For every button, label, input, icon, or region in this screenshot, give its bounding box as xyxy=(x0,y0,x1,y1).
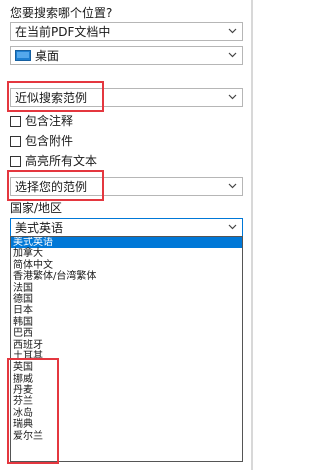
highlight-all-checkbox[interactable] xyxy=(10,155,21,167)
region-dropdown-list[interactable]: 美式英语 加拿大 简体中文 香港繁体/台湾繁体 法国 德国 日本 韩国 巴西 西… xyxy=(10,236,243,462)
scope-select[interactable]: 选择您的范例 xyxy=(10,177,243,196)
region-label: 国家/地区 xyxy=(10,201,63,215)
region-select-value: 美式英语 xyxy=(15,221,64,235)
region-option[interactable]: 法国 xyxy=(11,283,242,294)
include-attachments-checkbox[interactable] xyxy=(10,135,21,147)
match-select[interactable]: 近似搜索范例 xyxy=(10,88,243,107)
region-option[interactable]: 瑞典 xyxy=(11,419,242,430)
region-option[interactable]: 韩国 xyxy=(11,317,242,328)
region-option[interactable]: 德国 xyxy=(11,294,242,305)
include-comments-label: 包含注释 xyxy=(25,114,74,128)
chevron-down-icon xyxy=(228,52,237,58)
region-option[interactable]: 巴西 xyxy=(11,328,242,339)
highlight-all-label: 高亮所有文本 xyxy=(25,154,98,168)
region-option[interactable]: 芬兰 xyxy=(11,396,242,407)
include-attachments-option[interactable]: 包含附件 xyxy=(10,133,73,149)
chevron-down-icon xyxy=(228,224,237,230)
desktop-folder-icon xyxy=(15,50,31,61)
chevron-down-icon xyxy=(228,183,237,189)
region-option[interactable]: 香港繁体/台湾繁体 xyxy=(11,271,242,282)
panel-edge xyxy=(251,0,253,470)
folder-select-value: 桌面 xyxy=(35,49,60,63)
scope-select-value: 选择您的范例 xyxy=(15,180,88,194)
highlight-all-option[interactable]: 高亮所有文本 xyxy=(10,153,97,169)
include-comments-checkbox[interactable] xyxy=(10,115,21,127)
region-option[interactable]: 英国 xyxy=(11,362,242,373)
region-option[interactable]: 日本 xyxy=(11,305,242,316)
region-option[interactable]: 冰岛 xyxy=(11,408,242,419)
region-select[interactable]: 美式英语 xyxy=(10,218,243,237)
include-comments-option[interactable]: 包含注释 xyxy=(10,113,73,129)
region-option[interactable]: 简体中文 xyxy=(11,260,242,271)
include-attachments-label: 包含附件 xyxy=(25,134,74,148)
region-option[interactable]: 土耳其 xyxy=(11,351,242,362)
search-location-question: 您要搜索哪个位置? xyxy=(10,6,113,20)
location-select-value: 在当前PDF文档中 xyxy=(15,25,111,39)
chevron-down-icon xyxy=(228,94,237,100)
region-option[interactable]: 西班牙 xyxy=(11,340,242,351)
region-option[interactable]: 爱尔兰 xyxy=(11,431,242,442)
location-select[interactable]: 在当前PDF文档中 xyxy=(10,22,243,41)
region-option[interactable]: 丹麦 xyxy=(11,385,242,396)
folder-select[interactable]: 桌面 xyxy=(10,46,243,65)
match-select-value: 近似搜索范例 xyxy=(15,91,88,105)
region-option[interactable]: 美式英语 xyxy=(11,237,242,249)
chevron-down-icon xyxy=(228,28,237,34)
region-option[interactable]: 挪威 xyxy=(11,374,242,385)
region-option[interactable]: 加拿大 xyxy=(11,248,242,259)
